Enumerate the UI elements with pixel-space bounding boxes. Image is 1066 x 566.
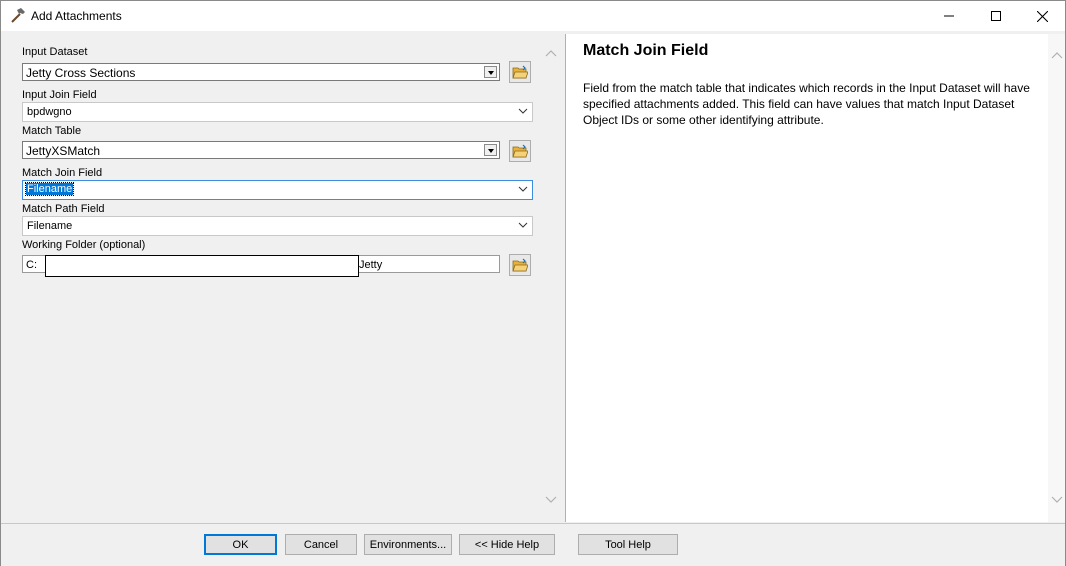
scroll-down-icon[interactable] (1051, 496, 1063, 504)
browse-match-table-button[interactable] (509, 140, 531, 162)
browse-input-dataset-button[interactable] (509, 61, 531, 83)
working-folder-label: Working Folder (optional) (22, 239, 146, 251)
input-join-field-value: bpdwgno (27, 106, 72, 118)
working-folder-value-end: Jetty (359, 259, 383, 271)
input-dataset-combo[interactable]: Jetty Cross Sections (22, 63, 500, 81)
title-bar: Add Attachments (1, 1, 1065, 31)
scroll-down-icon[interactable] (545, 496, 557, 504)
match-table-combo[interactable]: JettyXSMatch (22, 141, 500, 159)
window-title: Add Attachments (31, 9, 122, 23)
match-join-field-label: Match Join Field (22, 167, 103, 179)
tool-help-button[interactable]: Tool Help (578, 534, 678, 555)
help-panel: Match Join Field Field from the match ta… (565, 34, 1065, 522)
ok-button[interactable]: OK (204, 534, 277, 555)
browse-working-folder-button[interactable] (509, 254, 531, 276)
scroll-up-icon[interactable] (545, 49, 557, 57)
dropdown-arrow-icon[interactable] (484, 66, 497, 78)
close-icon (1036, 10, 1048, 22)
help-scrollbar[interactable] (1048, 34, 1065, 522)
chevron-down-icon (518, 108, 528, 114)
match-path-field-select[interactable]: Filename (22, 216, 533, 236)
match-join-field-select[interactable]: Filename (22, 180, 533, 200)
open-folder-icon (512, 144, 528, 158)
close-button[interactable] (1019, 1, 1065, 31)
dropdown-arrow-icon[interactable] (484, 144, 497, 156)
scroll-up-icon[interactable] (1051, 51, 1063, 59)
redacted-path-overlay (45, 255, 359, 277)
help-description: Field from the match table that indicate… (583, 81, 1030, 127)
match-path-field-value: Filename (27, 220, 73, 232)
input-join-field-label: Input Join Field (22, 89, 97, 101)
match-table-label: Match Table (22, 125, 82, 137)
maximize-icon (991, 11, 1001, 21)
help-title: Match Join Field (583, 42, 709, 59)
input-dataset-value: Jetty Cross Sections (26, 66, 136, 80)
open-folder-icon (512, 65, 528, 79)
cancel-button[interactable]: Cancel (285, 534, 357, 555)
parameters-panel: Input Dataset Jetty Cross Sections Input… (3, 34, 562, 522)
open-folder-icon (512, 258, 528, 272)
minimize-icon (944, 15, 954, 17)
chevron-down-icon (518, 186, 528, 192)
dialog-window: Add Attachments Input Dataset Jetty Cros… (0, 0, 1066, 566)
minimize-button[interactable] (926, 1, 972, 31)
environments-button[interactable]: Environments... (364, 534, 452, 555)
chevron-down-icon (518, 222, 528, 228)
match-join-field-value: Filename (24, 182, 75, 196)
maximize-button[interactable] (973, 1, 1019, 31)
match-table-value: JettyXSMatch (26, 144, 101, 158)
hammer-icon (11, 8, 25, 23)
hide-help-button[interactable]: << Hide Help (459, 534, 555, 555)
button-bar: OK Cancel Environments... << Hide Help T… (1, 523, 1065, 566)
input-dataset-label: Input Dataset (22, 46, 88, 58)
working-folder-value-start: C: (26, 259, 37, 271)
input-join-field-select[interactable]: bpdwgno (22, 102, 533, 122)
match-path-field-label: Match Path Field (22, 203, 105, 215)
